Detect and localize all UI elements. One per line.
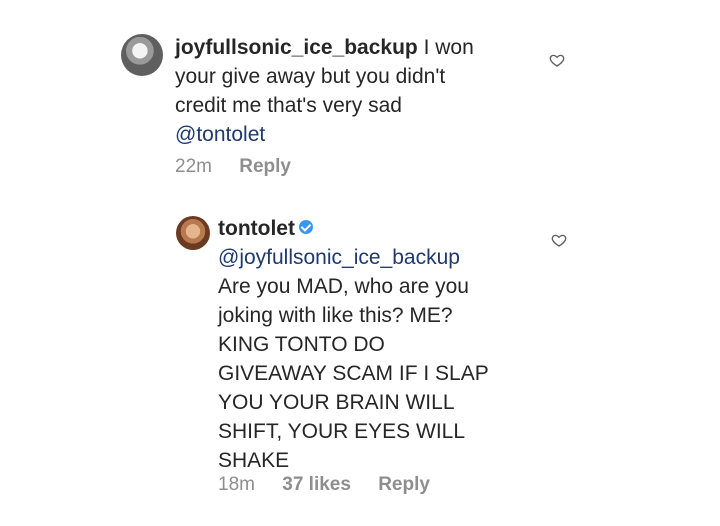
reply-meta: 18m 37 likes Reply [218,474,452,496]
reply-body: tontolet @joyfullsonic_ice_backup Are yo… [218,214,578,475]
comment-body: joyfullsonic_ice_backup I won your give … [175,33,555,149]
comment-mention[interactable]: @tontolet [175,123,265,146]
comment-time: 22m [175,156,212,177]
like-count[interactable]: 37 likes [282,474,351,495]
heart-icon[interactable] [549,52,565,68]
reply-button[interactable]: Reply [239,156,291,177]
comment-meta: 22m Reply [175,156,313,178]
comment-username[interactable]: joyfullsonic_ice_backup [175,36,418,59]
reply-username[interactable]: tontolet [218,217,295,240]
reply-time: 18m [218,474,255,495]
verified-icon [298,220,313,235]
heart-icon[interactable] [551,232,567,248]
avatar[interactable] [121,34,163,76]
avatar[interactable] [176,216,210,250]
reply-mention[interactable]: @joyfullsonic_ice_backup [218,246,460,269]
reply-text: Are you MAD, who are you joking with lik… [218,275,489,472]
reply-button[interactable]: Reply [378,474,430,495]
